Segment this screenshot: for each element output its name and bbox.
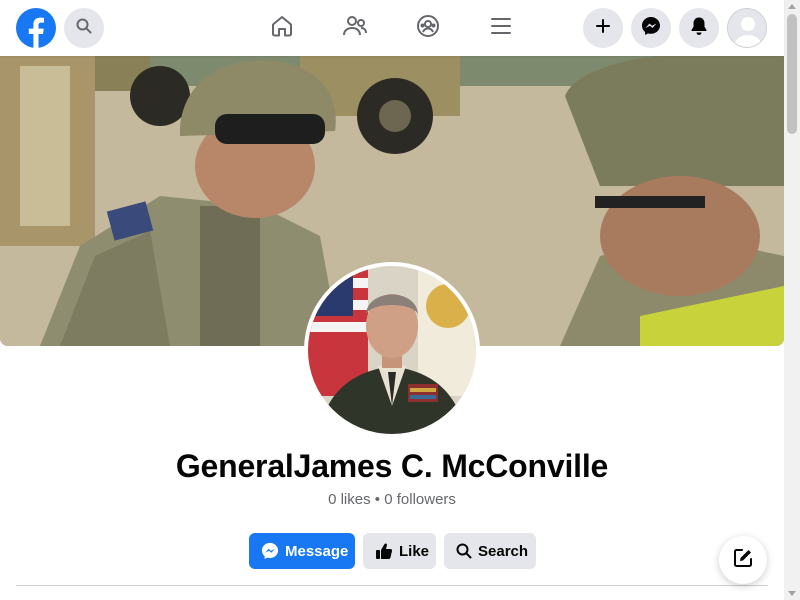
message-button[interactable]: Message: [249, 533, 355, 569]
plus-icon: [595, 18, 611, 39]
friends-icon: [342, 14, 368, 43]
message-button-label: Message: [285, 542, 349, 560]
profile-actions: Message Like Search: [249, 533, 536, 569]
hamburger-menu-icon: [490, 16, 512, 41]
profile-picture[interactable]: [304, 262, 480, 438]
section-divider: [16, 585, 768, 586]
thumbs-up-icon: [375, 542, 393, 560]
notifications-button[interactable]: [679, 8, 719, 48]
nav-groups[interactable]: [410, 10, 446, 46]
scroll-up-arrow[interactable]: [788, 4, 796, 9]
home-icon: [270, 14, 294, 43]
search-icon: [456, 543, 472, 559]
facebook-logo[interactable]: [16, 8, 56, 48]
search-icon: [76, 18, 92, 39]
likes-count[interactable]: 0 likes: [328, 491, 371, 508]
followers-count[interactable]: 0 followers: [384, 491, 456, 508]
create-button[interactable]: [583, 8, 623, 48]
search-button[interactable]: [64, 8, 104, 48]
profile-search-button[interactable]: Search: [444, 533, 536, 569]
search-button-label: Search: [478, 542, 529, 560]
profile-name: GeneralJames C. McConville: [175, 448, 609, 484]
top-navigation-bar: [0, 0, 784, 56]
messenger-icon: [261, 542, 279, 560]
page-scrollbar[interactable]: [784, 0, 800, 600]
nav-menu[interactable]: [483, 10, 519, 46]
profile-stats: 0 likes • 0 followers: [0, 491, 784, 508]
bell-icon: [689, 16, 709, 41]
messenger-icon: [641, 16, 661, 41]
avatar[interactable]: [727, 8, 767, 48]
new-message-button[interactable]: [719, 536, 767, 584]
messenger-button[interactable]: [631, 8, 671, 48]
nav-friends[interactable]: [337, 10, 373, 46]
groups-icon: [416, 14, 440, 43]
nav-home[interactable]: [264, 10, 300, 46]
scroll-thumb[interactable]: [787, 14, 797, 134]
compose-icon: [733, 548, 753, 573]
like-button[interactable]: Like: [363, 533, 436, 569]
stats-separator: •: [374, 491, 381, 508]
scroll-down-arrow[interactable]: [788, 591, 796, 596]
like-button-label: Like: [399, 542, 430, 560]
